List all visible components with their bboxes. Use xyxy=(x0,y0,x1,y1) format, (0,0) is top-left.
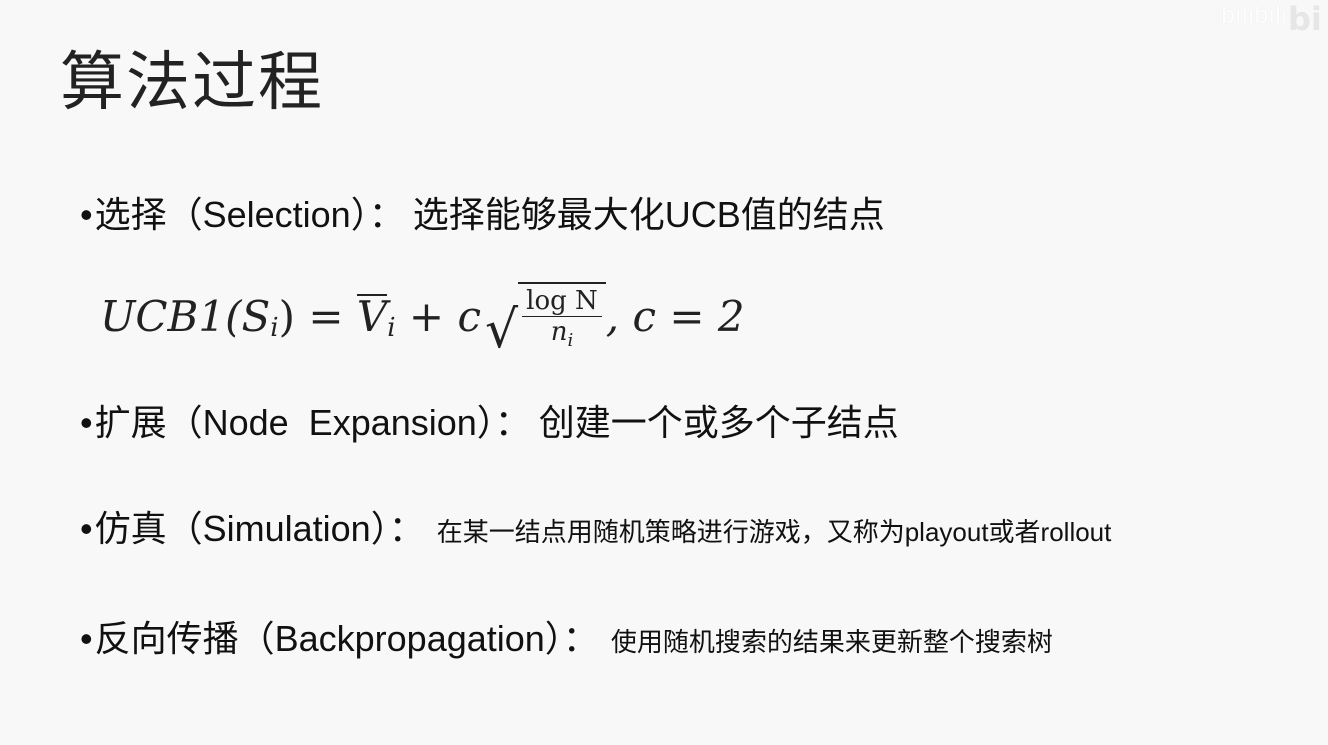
formula-fraction: log N ni xyxy=(518,282,606,356)
formula-denominator: ni xyxy=(550,317,574,352)
slide: bilibili bi 算法过程 • 选择（Selection）： 选择能够最大… xyxy=(0,0,1328,745)
bullet-label: 扩展（Node Expansion）： xyxy=(94,402,531,443)
bullet-backpropagation: • 反向传播（Backpropagation）： 使用随机搜索的结果来更新整个搜… xyxy=(80,610,1053,662)
bilibili-logo-icon: bi xyxy=(1288,0,1322,38)
formula-v-sub: i xyxy=(387,313,396,344)
bullet-label: 反向传播（Backpropagation）： xyxy=(94,618,599,659)
bullet-dot: • xyxy=(80,194,93,235)
bullet-selection: • 选择（Selection）： 选择能够最大化UCB值的结点 xyxy=(80,186,885,238)
bullet-simulation: • 仿真（Simulation）： 在某一结点用随机策略进行游戏，又称为play… xyxy=(80,500,1111,552)
formula-plus-c: + c xyxy=(395,291,481,341)
slide-title: 算法过程 xyxy=(60,46,324,118)
bullet-desc: 创建一个或多个子结点 xyxy=(538,402,899,443)
formula-v: V xyxy=(356,292,388,342)
bullet-label: 仿真（Simulation）： xyxy=(94,508,425,549)
formula-lhs: UCB1(S xyxy=(100,291,271,341)
bullet-label: 选择（Selection）： xyxy=(94,194,405,235)
watermark-text: bilibili xyxy=(1221,2,1288,29)
bullet-desc: 在某一结点用随机策略进行游戏，又称为playout或者rollout xyxy=(436,517,1112,547)
ucb-formula: UCB1(S i ) = V i + c √ log N ni , c = 2 xyxy=(100,276,745,356)
formula-tail: , c = 2 xyxy=(605,291,745,341)
formula-lhs-close: ) = xyxy=(278,291,357,341)
formula-sqrt: √ log N ni xyxy=(485,276,606,356)
sqrt-icon: √ xyxy=(484,300,519,361)
bullet-dot: • xyxy=(80,508,93,549)
bullet-desc: 使用随机搜索的结果来更新整个搜索树 xyxy=(610,627,1053,657)
bullet-dot: • xyxy=(80,618,93,659)
formula-lhs-sub: i xyxy=(270,313,279,344)
bullet-desc: 选择能够最大化UCB值的结点 xyxy=(412,194,885,235)
bullet-expansion: • 扩展（Node Expansion）： 创建一个或多个子结点 xyxy=(80,394,899,446)
formula-numerator: log N xyxy=(522,286,602,317)
bullet-dot: • xyxy=(80,402,93,443)
